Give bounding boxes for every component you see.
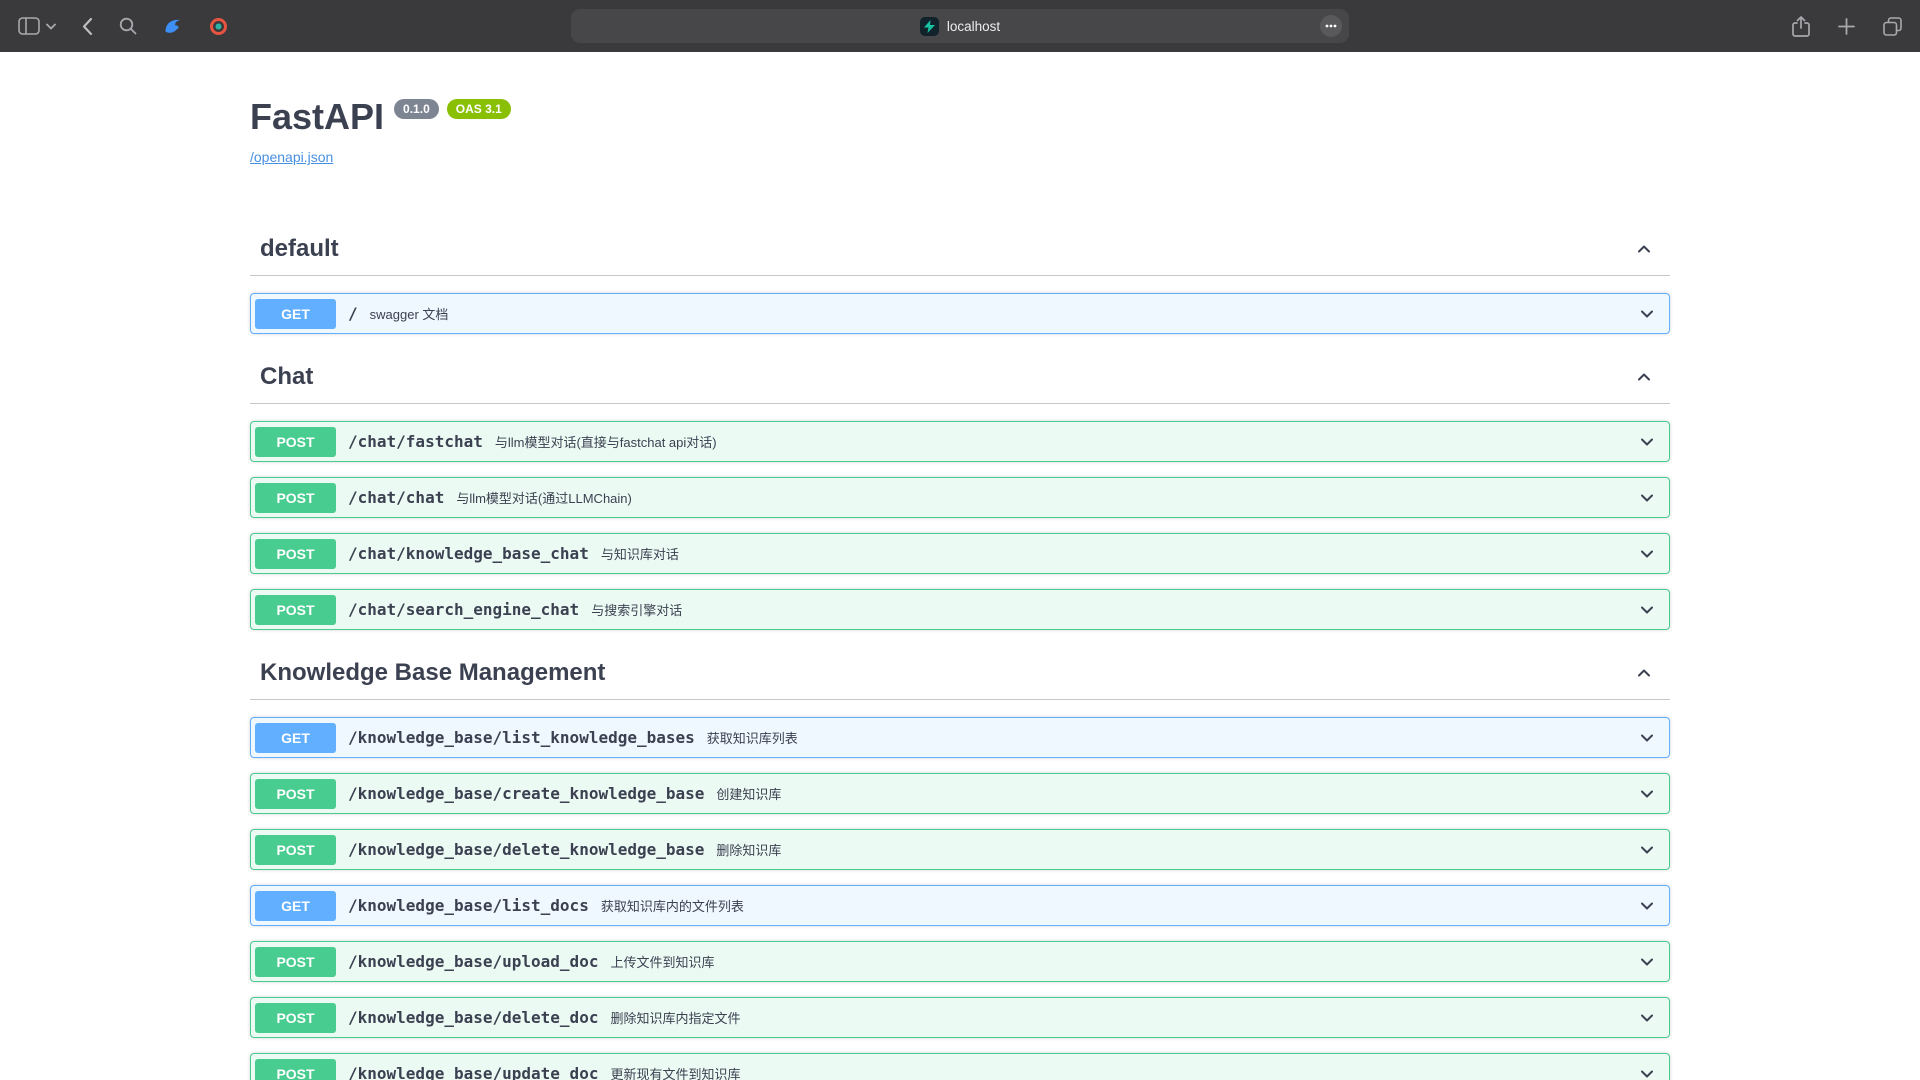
endpoint-path: /: [348, 304, 358, 323]
opblock-post-chat-chat[interactable]: POST /chat/chat 与llm模型对话(通过LLMChain): [250, 477, 1670, 518]
api-info: FastAPI 0.1.0 OAS 3.1 /openapi.json: [250, 52, 1670, 165]
endpoint-path: /chat/chat: [348, 488, 444, 507]
endpoint-path: /chat/knowledge_base_chat: [348, 544, 589, 563]
method-badge: POST: [255, 779, 336, 809]
method-badge: POST: [255, 835, 336, 865]
section-title: Knowledge Base Management: [260, 659, 605, 687]
method-badge: POST: [255, 427, 336, 457]
chevron-up-icon: [1634, 367, 1654, 387]
page-title: FastAPI 0.1.0 OAS 3.1: [250, 96, 1670, 138]
method-badge: POST: [255, 1003, 336, 1033]
endpoint-summary: 创建知识库: [716, 784, 781, 803]
opblock-post-knowledge-base-chat[interactable]: POST /chat/knowledge_base_chat 与知识库对话: [250, 533, 1670, 574]
chevron-down-icon: [1627, 896, 1657, 916]
chevron-down-icon: [1627, 952, 1657, 972]
api-title-text: FastAPI: [250, 96, 384, 138]
openapi-spec-link[interactable]: /openapi.json: [250, 149, 333, 165]
site-favicon-lightning-icon: [920, 17, 939, 36]
url-text: localhost: [947, 19, 1000, 34]
endpoint-path: /knowledge_base/update_doc: [348, 1064, 598, 1080]
method-badge: POST: [255, 483, 336, 513]
share-icon[interactable]: [1792, 16, 1810, 37]
chevron-down-icon: [1627, 488, 1657, 508]
section-chat: Chat POST /chat/fastchat 与llm模型对话(直接与fas…: [250, 349, 1670, 630]
chevron-up-icon: [1634, 239, 1654, 259]
method-badge: POST: [255, 539, 336, 569]
chevron-down-icon: [1627, 600, 1657, 620]
method-badge: POST: [255, 947, 336, 977]
chevron-down-icon: [1627, 544, 1657, 564]
opblock-post-delete-knowledge-base[interactable]: POST /knowledge_base/delete_knowledge_ba…: [250, 829, 1670, 870]
endpoint-summary: 与llm模型对话(直接与fastchat api对话): [495, 432, 717, 451]
swagger-page: FastAPI 0.1.0 OAS 3.1 /openapi.json defa…: [0, 52, 1920, 1080]
url-bar[interactable]: localhost: [571, 9, 1349, 43]
extension-bird-icon[interactable]: [163, 16, 183, 36]
endpoint-path: /knowledge_base/delete_knowledge_base: [348, 840, 704, 859]
chevron-down-icon: [1627, 304, 1657, 324]
endpoint-summary: 获取知识库内的文件列表: [601, 896, 744, 915]
opblock-get-list-docs[interactable]: GET /knowledge_base/list_docs 获取知识库内的文件列…: [250, 885, 1670, 926]
endpoint-summary: 与llm模型对话(通过LLMChain): [456, 488, 632, 507]
endpoint-path: /chat/search_engine_chat: [348, 600, 579, 619]
section-title: Chat: [260, 363, 313, 391]
toolbar-right-group: [1792, 16, 1902, 37]
back-icon[interactable]: [82, 17, 93, 36]
section-title: default: [260, 235, 339, 263]
method-badge: GET: [255, 891, 336, 921]
section-header-knowledge-base-management[interactable]: Knowledge Base Management: [250, 645, 1670, 700]
endpoint-path: /knowledge_base/delete_doc: [348, 1008, 598, 1027]
search-icon[interactable]: [119, 17, 137, 35]
extension-ring-icon[interactable]: [209, 17, 228, 36]
chevron-up-icon: [1634, 663, 1654, 683]
opblock-get-list-knowledge-bases[interactable]: GET /knowledge_base/list_knowledge_bases…: [250, 717, 1670, 758]
opblock-post-search-engine-chat[interactable]: POST /chat/search_engine_chat 与搜索引擎对话: [250, 589, 1670, 630]
opblock-post-chat-fastchat[interactable]: POST /chat/fastchat 与llm模型对话(直接与fastchat…: [250, 421, 1670, 462]
new-tab-icon[interactable]: [1838, 18, 1855, 35]
endpoint-summary: 上传文件到知识库: [610, 952, 714, 971]
endpoint-summary: 删除知识库内指定文件: [610, 1008, 740, 1027]
chevron-down-icon: [1627, 432, 1657, 452]
method-badge: POST: [255, 1059, 336, 1080]
chevron-down-icon: [1627, 1064, 1657, 1080]
opblock-post-delete-doc[interactable]: POST /knowledge_base/delete_doc 删除知识库内指定…: [250, 997, 1670, 1038]
browser-toolbar: localhost: [0, 0, 1920, 52]
endpoint-summary: 删除知识库: [716, 840, 781, 859]
tab-overview-icon[interactable]: [1883, 17, 1902, 36]
endpoint-summary: 与搜索引擎对话: [591, 600, 682, 619]
endpoint-summary: 获取知识库列表: [707, 728, 798, 747]
method-badge: POST: [255, 595, 336, 625]
chevron-down-icon: [1627, 728, 1657, 748]
sidebar-chevron-icon[interactable]: [46, 23, 56, 30]
sidebar-toggle-icon[interactable]: [18, 17, 40, 35]
endpoint-path: /knowledge_base/upload_doc: [348, 952, 598, 971]
opblock-get-root[interactable]: GET / swagger 文档: [250, 293, 1670, 334]
endpoint-summary: swagger 文档: [370, 304, 449, 323]
oas-badge: OAS 3.1: [447, 99, 511, 119]
opblock-post-update-doc[interactable]: POST /knowledge_base/update_doc 更新现有文件到知…: [250, 1053, 1670, 1080]
endpoint-path: /chat/fastchat: [348, 432, 483, 451]
section-default: default GET / swagger 文档: [250, 221, 1670, 334]
endpoint-summary: 与知识库对话: [601, 544, 679, 563]
endpoint-path: /knowledge_base/list_knowledge_bases: [348, 728, 695, 747]
endpoint-path: /knowledge_base/create_knowledge_base: [348, 784, 704, 803]
chevron-down-icon: [1627, 784, 1657, 804]
section-header-chat[interactable]: Chat: [250, 349, 1670, 404]
endpoint-path: /knowledge_base/list_docs: [348, 896, 589, 915]
method-badge: GET: [255, 723, 336, 753]
extensions-more-icon[interactable]: [1320, 15, 1342, 37]
chevron-down-icon: [1627, 1008, 1657, 1028]
method-badge: GET: [255, 299, 336, 329]
chevron-down-icon: [1627, 840, 1657, 860]
endpoint-summary: 更新现有文件到知识库: [610, 1064, 740, 1080]
section-knowledge-base-management: Knowledge Base Management GET /knowledge…: [250, 645, 1670, 1080]
opblock-post-create-knowledge-base[interactable]: POST /knowledge_base/create_knowledge_ba…: [250, 773, 1670, 814]
section-header-default[interactable]: default: [250, 221, 1670, 276]
opblock-post-upload-doc[interactable]: POST /knowledge_base/upload_doc 上传文件到知识库: [250, 941, 1670, 982]
version-badge: 0.1.0: [394, 99, 439, 119]
toolbar-left-group: [18, 16, 228, 36]
